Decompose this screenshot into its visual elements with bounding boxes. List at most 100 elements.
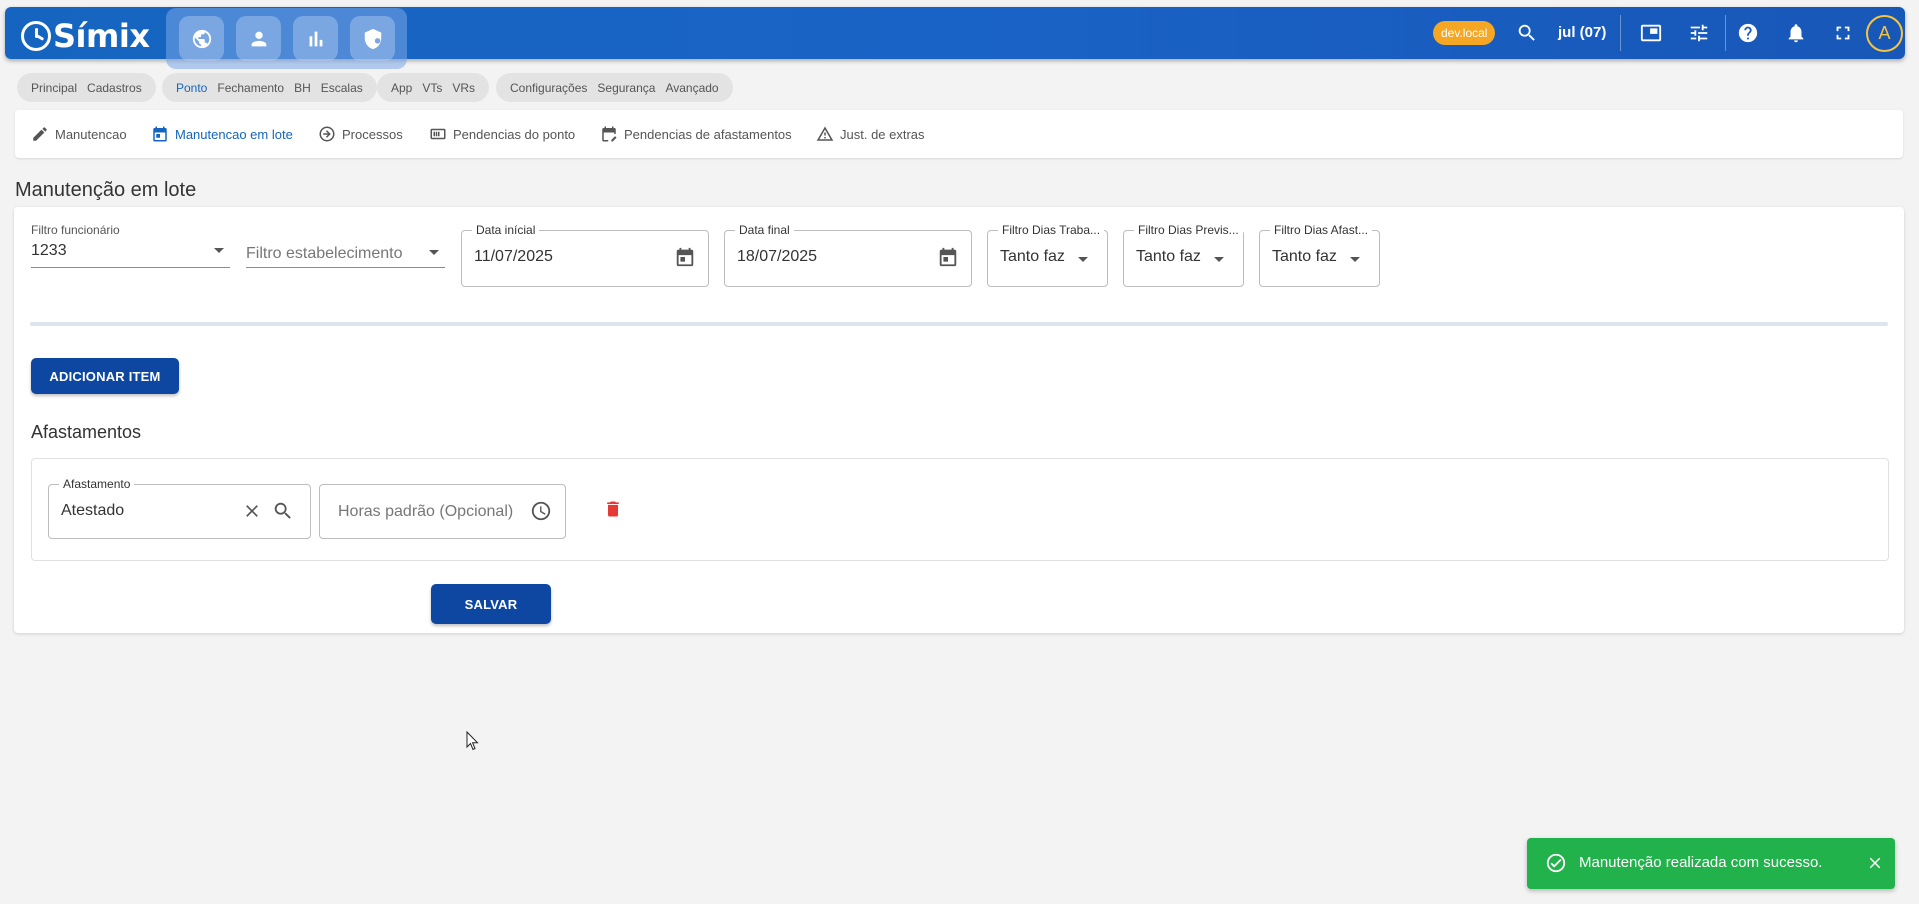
time-picker-button[interactable] <box>530 500 552 522</box>
sub-navigation: Manutencao Manutencao em lote Processos … <box>15 110 1903 158</box>
globe-icon <box>192 29 211 48</box>
notifications-button[interactable] <box>1783 20 1809 46</box>
trash-icon <box>607 501 619 517</box>
nav-group-settings: Configurações Segurança Avançado <box>496 73 733 102</box>
tab-label: Manutencao em lote <box>175 126 293 142</box>
toolbar-divider <box>1725 15 1726 51</box>
leave-days-filter-label: Filtro Dias Afast... <box>1270 223 1373 237</box>
tune-icon <box>1690 24 1708 42</box>
nav-chip-seguranca[interactable]: Segurança <box>597 81 655 95</box>
expected-days-filter-select[interactable]: Filtro Dias Previs... Tanto faz <box>1123 223 1244 287</box>
nav-chip-vrs[interactable]: VRs <box>452 81 475 95</box>
nav-chip-fechamento[interactable]: Fechamento <box>217 81 284 95</box>
start-date-label: Data inícial <box>472 223 540 237</box>
field-underline <box>31 267 230 268</box>
nav-group-benefits: App VTs VRs <box>377 73 490 102</box>
tab-pendencias-do-ponto[interactable]: Pendencias do ponto <box>429 125 575 143</box>
nav-chip-ponto[interactable]: Ponto <box>176 81 207 95</box>
maintenance-form-card: Filtro funcionário 1233 Filtro estabelec… <box>14 207 1904 633</box>
tab-label: Manutencao <box>55 126 127 142</box>
module-person-button[interactable] <box>236 16 281 61</box>
nav-chip-avancado[interactable]: Avançado <box>665 81 718 95</box>
dropdown-arrow-icon <box>1214 257 1224 262</box>
calendar-edit-icon <box>602 126 617 142</box>
end-date-label: Data final <box>735 223 794 237</box>
module-security-button[interactable] <box>350 16 395 61</box>
help-icon <box>1738 23 1758 43</box>
app-name: Símix <box>53 17 150 55</box>
close-icon <box>246 505 258 517</box>
tab-label: Pendencias de afastamentos <box>624 126 792 142</box>
card-icon <box>430 128 446 140</box>
nav-chip-bh[interactable]: BH <box>294 81 311 95</box>
arrow-circle-icon <box>319 126 335 142</box>
afastamento-item-row: Afastamento Atestado Horas padrão (Opcio… <box>31 458 1889 561</box>
check-circle-icon <box>1545 852 1567 874</box>
clock-icon <box>531 501 551 521</box>
search-afastamento-button[interactable] <box>272 500 294 522</box>
toast-close-button[interactable] <box>1866 854 1884 872</box>
warning-icon <box>816 126 834 141</box>
help-button[interactable] <box>1735 20 1761 46</box>
nav-chip-vts[interactable]: VTs <box>422 81 442 95</box>
toast-message: Manutenção realizada com sucesso. <box>1579 854 1823 871</box>
afastamento-label: Afastamento <box>59 477 135 491</box>
calendar-icon <box>153 126 167 142</box>
module-chart-button[interactable] <box>293 16 338 61</box>
default-hours-field[interactable]: Horas padrão (Opcional) <box>319 484 566 539</box>
nav-chip-cadastros[interactable]: Cadastros <box>87 81 142 95</box>
delete-item-button[interactable] <box>603 498 623 520</box>
calendar-picker-button[interactable] <box>674 246 696 268</box>
save-button[interactable]: SALVAR <box>431 584 551 624</box>
tab-label: Pendencias do ponto <box>453 126 576 142</box>
success-toast: Manutenção realizada com sucesso. <box>1527 838 1895 889</box>
module-globe-button[interactable] <box>179 16 224 61</box>
tab-processos[interactable]: Processos <box>318 125 403 143</box>
start-date-value: 11/07/2025 <box>474 248 553 265</box>
tab-manutencao-em-lote[interactable]: Manutencao em lote <box>151 125 293 143</box>
start-date-field[interactable]: Data inícial 11/07/2025 <box>461 223 709 287</box>
app-logo[interactable]: Símix <box>21 17 150 55</box>
page-title: Manutenção em lote <box>15 179 197 201</box>
leave-days-filter-select[interactable]: Filtro Dias Afast... Tanto faz <box>1259 223 1380 287</box>
fullscreen-button[interactable] <box>1830 20 1856 46</box>
user-avatar[interactable]: A <box>1866 15 1903 52</box>
calendar-picker-button[interactable] <box>937 246 959 268</box>
expected-days-filter-label: Filtro Dias Previs... <box>1134 223 1243 237</box>
nav-chip-escalas[interactable]: Escalas <box>321 81 363 95</box>
employee-filter-label: Filtro funcionário <box>31 223 120 237</box>
dropdown-arrow-icon <box>1350 257 1360 262</box>
close-icon <box>1869 857 1881 869</box>
worked-days-filter-value: Tanto faz <box>1000 248 1065 265</box>
picture-in-picture-button[interactable] <box>1638 20 1664 46</box>
worked-days-filter-label: Filtro Dias Traba... <box>998 223 1105 237</box>
employee-filter-select[interactable]: Filtro funcionário 1233 <box>31 223 230 268</box>
end-date-field[interactable]: Data final 18/07/2025 <box>724 223 972 287</box>
establishment-filter-placeholder: Filtro estabelecimento <box>246 245 403 262</box>
tab-manutencao[interactable]: Manutencao <box>31 125 127 143</box>
period-selector[interactable]: jul (07) <box>1558 24 1606 41</box>
nav-chip-configuracoes[interactable]: Configurações <box>510 81 587 95</box>
nav-chip-app[interactable]: App <box>391 81 412 95</box>
tab-just-de-extras[interactable]: Just. de extras <box>816 125 925 143</box>
establishment-filter-select[interactable]: Filtro estabelecimento <box>246 223 445 268</box>
add-item-button[interactable]: ADICIONAR ITEM <box>31 358 179 394</box>
search-icon <box>274 502 291 519</box>
dropdown-arrow-icon <box>1078 257 1088 262</box>
worked-days-filter-select[interactable]: Filtro Dias Traba... Tanto faz <box>987 223 1108 287</box>
search-icon <box>1518 24 1535 41</box>
top-app-bar: Símix dev.local jul (07) A <box>5 7 1905 69</box>
dropdown-arrow-icon <box>429 250 439 255</box>
dropdown-arrow-icon <box>214 248 224 253</box>
calendar-icon <box>939 247 957 267</box>
nav-chip-principal[interactable]: Principal <box>31 81 77 95</box>
afastamento-field[interactable]: Afastamento Atestado <box>48 477 311 539</box>
settings-tune-button[interactable] <box>1686 20 1712 46</box>
search-button[interactable] <box>1514 20 1540 46</box>
clear-button[interactable] <box>242 501 262 521</box>
tab-pendencias-de-afastamentos[interactable]: Pendencias de afastamentos <box>600 125 792 143</box>
field-underline <box>246 267 445 268</box>
employee-filter-value: 1233 <box>31 242 67 259</box>
default-hours-placeholder: Horas padrão (Opcional) <box>338 503 514 520</box>
calendar-icon <box>676 247 694 267</box>
